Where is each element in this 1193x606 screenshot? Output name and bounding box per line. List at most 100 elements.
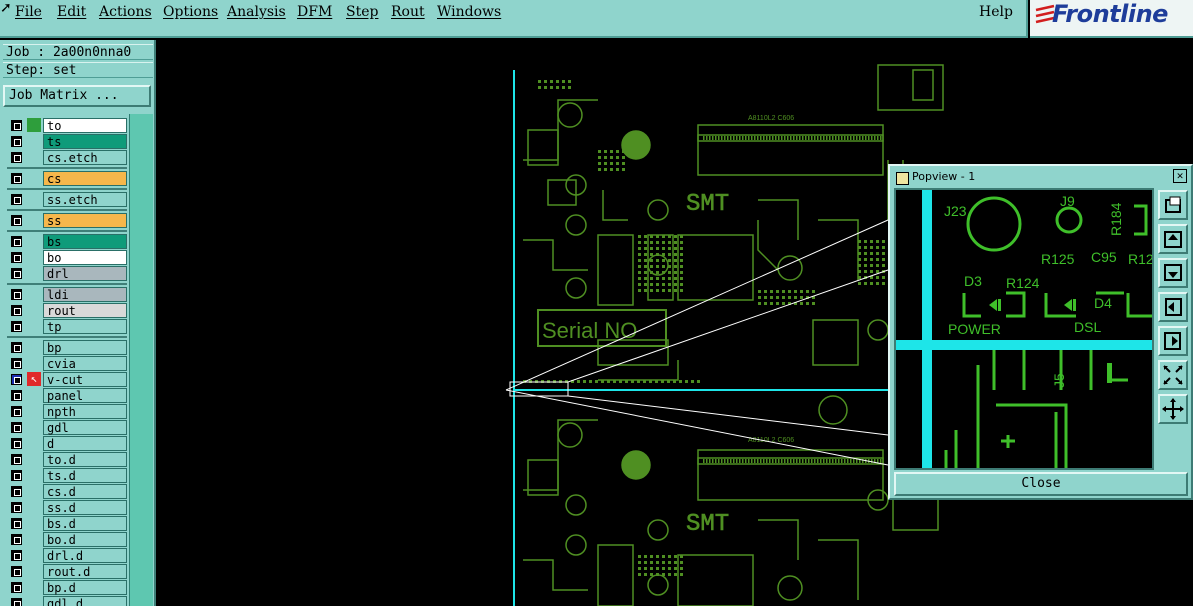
layer-row[interactable]: npth [7,404,127,419]
layer-row[interactable]: rout [7,303,127,318]
layer-name[interactable]: ss.etch [43,192,127,207]
layer-row[interactable]: panel [7,388,127,403]
layer-name[interactable]: panel [43,388,127,403]
menu-file[interactable]: File [15,4,42,20]
layer-visibility-checkbox[interactable] [11,268,22,279]
layer-visibility-checkbox[interactable] [11,215,22,226]
layer-row[interactable]: ss.etch [7,192,127,207]
layer-visibility-checkbox[interactable] [11,374,22,385]
layer-name[interactable]: cs.etch [43,150,127,165]
layer-row[interactable]: rout.d [7,564,127,579]
menu-edit[interactable]: Edit [57,4,86,20]
layer-visibility-checkbox[interactable] [11,173,22,184]
layer-name[interactable]: bp.d [43,580,127,595]
layer-visibility-checkbox[interactable] [11,289,22,300]
layer-name[interactable]: drl.d [43,548,127,563]
layer-row[interactable]: ts [7,134,127,149]
layer-name[interactable]: bo.d [43,532,127,547]
layer-visibility-checkbox[interactable] [11,342,22,353]
layer-name[interactable]: gdl [43,420,127,435]
job-matrix-button[interactable]: Job Matrix ... [3,85,151,107]
layer-visibility-checkbox[interactable] [11,406,22,417]
popview-pan-left-icon[interactable] [1158,292,1188,322]
layer-name[interactable]: d [43,436,127,451]
layer-row[interactable]: cs [7,171,127,186]
layer-visibility-checkbox[interactable] [11,438,22,449]
layer-row[interactable]: ldi [7,287,127,302]
layer-row[interactable]: drl [7,266,127,281]
layer-name[interactable]: bs [43,234,127,249]
layer-row[interactable]: ss.d [7,500,127,515]
menu-help[interactable]: Help [979,4,1013,20]
layer-name[interactable]: rout [43,303,127,318]
layer-row[interactable]: tp [7,319,127,334]
layer-name[interactable]: npth [43,404,127,419]
layer-row[interactable]: drl.d [7,548,127,563]
layer-visibility-checkbox[interactable] [11,566,22,577]
layer-name[interactable]: gdl.d [43,596,127,606]
popview-zoom-out-icon[interactable] [1158,360,1188,390]
layer-list-scrollbar[interactable] [129,114,153,606]
menu-rout[interactable]: Rout [391,4,425,20]
layer-name[interactable]: cs.d [43,484,127,499]
menu-dfm[interactable]: DFM [297,4,332,20]
layer-visibility-checkbox[interactable] [11,236,22,247]
layer-visibility-checkbox[interactable] [11,252,22,263]
layer-name[interactable]: bo [43,250,127,265]
menu-actions[interactable]: Actions [99,4,152,20]
layer-row[interactable]: bs [7,234,127,249]
layer-visibility-checkbox[interactable] [11,422,22,433]
popview-canvas[interactable]: J23 J9 R184 R125 C95 R12 D3 R124 D4 POWE… [894,188,1154,470]
layer-row[interactable]: cs.d [7,484,127,499]
layer-visibility-checkbox[interactable] [11,358,22,369]
layer-name[interactable]: cvia [43,356,127,371]
popview-title-bar[interactable]: Popview - 1 [892,168,1189,185]
layer-visibility-checkbox[interactable] [11,598,22,606]
layer-row[interactable]: ↖ v-cut [7,372,127,387]
layer-row[interactable]: gdl [7,420,127,435]
layer-row[interactable]: d [7,436,127,451]
popview-close-button[interactable]: Close [894,472,1188,496]
layer-color-swatch[interactable] [27,118,41,132]
layer-name[interactable]: bp [43,340,127,355]
popview-pan-up-icon[interactable] [1158,224,1188,254]
layer-visibility-checkbox[interactable] [11,534,22,545]
layer-visibility-checkbox[interactable] [11,486,22,497]
layer-name[interactable]: v-cut [43,372,127,387]
layer-visibility-checkbox[interactable] [11,518,22,529]
layer-visibility-checkbox[interactable] [11,305,22,316]
layer-row[interactable]: ts.d [7,468,127,483]
layer-visibility-checkbox[interactable] [11,550,22,561]
layer-name[interactable]: to [43,118,127,133]
layer-visibility-checkbox[interactable] [11,136,22,147]
popview-pan-down-icon[interactable] [1158,258,1188,288]
layer-visibility-checkbox[interactable] [11,194,22,205]
layer-name[interactable]: tp [43,319,127,334]
layer-name[interactable]: ss [43,213,127,228]
layer-row[interactable]: cs.etch [7,150,127,165]
layer-visibility-checkbox[interactable] [11,502,22,513]
layer-visibility-checkbox[interactable] [11,152,22,163]
layer-row[interactable]: bo [7,250,127,265]
layer-row[interactable]: ss [7,213,127,228]
layer-visibility-checkbox[interactable] [11,470,22,481]
menu-options[interactable]: Options [163,4,218,20]
popview-fit-icon[interactable] [1158,190,1188,220]
popview-zoom-in-icon[interactable] [1158,394,1188,424]
layer-row[interactable]: to [7,118,127,133]
popview-close-icon[interactable]: ✕ [1173,169,1187,183]
layer-name[interactable]: ldi [43,287,127,302]
layer-row[interactable]: bp [7,340,127,355]
active-layer-pointer-icon[interactable]: ↖ [27,372,41,386]
layer-name[interactable]: ss.d [43,500,127,515]
layer-name[interactable]: cs [43,171,127,186]
layer-name[interactable]: to.d [43,452,127,467]
layer-visibility-checkbox[interactable] [11,390,22,401]
layer-row[interactable]: to.d [7,452,127,467]
layer-row[interactable]: gdl.d [7,596,127,606]
menu-windows[interactable]: Windows [437,4,501,20]
layer-visibility-checkbox[interactable] [11,321,22,332]
layer-name[interactable]: ts [43,134,127,149]
layer-row[interactable]: cvia [7,356,127,371]
menu-step[interactable]: Step [346,4,378,20]
